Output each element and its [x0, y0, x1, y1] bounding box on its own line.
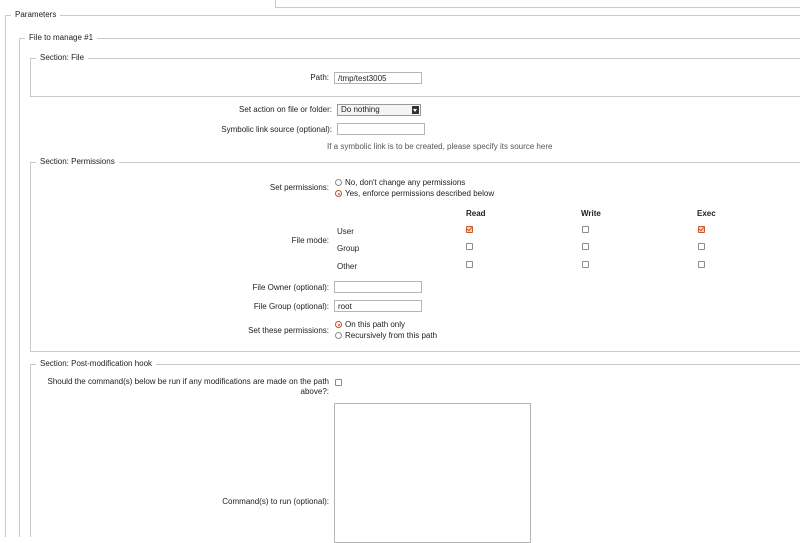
group-exec-checkbox[interactable]	[698, 243, 705, 250]
radio-recursive[interactable]	[335, 332, 342, 339]
row-user-label: User	[337, 227, 354, 236]
section-permissions-top	[30, 162, 800, 163]
user-write-checkbox[interactable]	[582, 226, 589, 233]
run-if-modified-checkbox[interactable]	[335, 379, 342, 386]
other-read-checkbox[interactable]	[466, 261, 473, 268]
radio-no-permissions-label: No, don't change any permissions	[345, 178, 466, 187]
row-group-label: Group	[337, 244, 360, 253]
group-write-checkbox[interactable]	[582, 243, 589, 250]
section-file-bottom	[30, 96, 800, 97]
radio-this-path-only-label: On this path only	[345, 320, 406, 329]
file-mode-label: File mode:	[291, 236, 329, 245]
column-exec: Exec	[697, 209, 716, 218]
radio-recursive-label: Recursively from this path	[345, 331, 438, 340]
command-textarea[interactable]	[334, 403, 531, 543]
top-box-bottom-border	[275, 7, 800, 8]
user-exec-checkbox[interactable]	[698, 226, 705, 233]
section-file-left	[30, 58, 31, 97]
radio-enforce-permissions[interactable]	[335, 190, 342, 197]
row-other-label: Other	[337, 262, 358, 271]
run-if-modified-label-line1: Should the command(s) below be run if an…	[47, 377, 330, 386]
path-input[interactable]	[334, 72, 422, 84]
symlink-help: If a symbolic link is to be created, ple…	[327, 142, 553, 151]
set-permissions-label: Set permissions:	[269, 183, 329, 192]
top-box-left-border	[275, 0, 276, 7]
file-owner-label: File Owner (optional):	[252, 283, 329, 292]
action-select[interactable]: Do nothing	[337, 104, 421, 116]
column-read: Read	[466, 209, 486, 218]
file-group-input[interactable]	[334, 300, 422, 312]
group-read-checkbox[interactable]	[466, 243, 473, 250]
radio-enforce-permissions-label: Yes, enforce permissions described below	[345, 189, 495, 198]
set-these-permissions-label: Set these permissions:	[248, 326, 329, 335]
section-hook-legend: Section: Post-modification hook	[36, 359, 157, 369]
radio-this-path-only[interactable]	[335, 321, 342, 328]
chevron-down-icon	[412, 106, 419, 114]
parameters-fieldset-top	[5, 15, 800, 16]
command-label: Command(s) to run (optional):	[222, 497, 329, 506]
file-to-manage-fieldset-left	[19, 38, 20, 537]
column-write: Write	[581, 209, 601, 218]
symlink-label: Symbolic link source (optional):	[221, 125, 332, 134]
other-write-checkbox[interactable]	[582, 261, 589, 268]
file-to-manage-legend: File to manage #1	[25, 33, 98, 43]
section-file-legend: Section: File	[36, 53, 89, 63]
parameters-legend: Parameters	[11, 10, 61, 20]
file-group-label: File Group (optional):	[253, 302, 329, 311]
file-to-manage-fieldset-top	[19, 38, 800, 39]
parameters-fieldset-left	[5, 15, 6, 537]
section-permissions-bottom	[30, 351, 800, 352]
run-if-modified-label-line2: above?:	[300, 387, 329, 396]
section-file-top	[30, 58, 800, 59]
other-exec-checkbox[interactable]	[698, 261, 705, 268]
section-hook-left	[30, 364, 31, 537]
symlink-input[interactable]	[337, 123, 425, 135]
action-label: Set action on file or folder:	[239, 105, 332, 114]
user-read-checkbox[interactable]	[466, 226, 473, 233]
section-permissions-legend: Section: Permissions	[36, 157, 119, 167]
action-select-value: Do nothing	[341, 105, 380, 114]
file-owner-input[interactable]	[334, 281, 422, 293]
section-permissions-left	[30, 162, 31, 352]
path-label: Path:	[310, 73, 329, 82]
radio-no-permissions[interactable]	[335, 179, 342, 186]
